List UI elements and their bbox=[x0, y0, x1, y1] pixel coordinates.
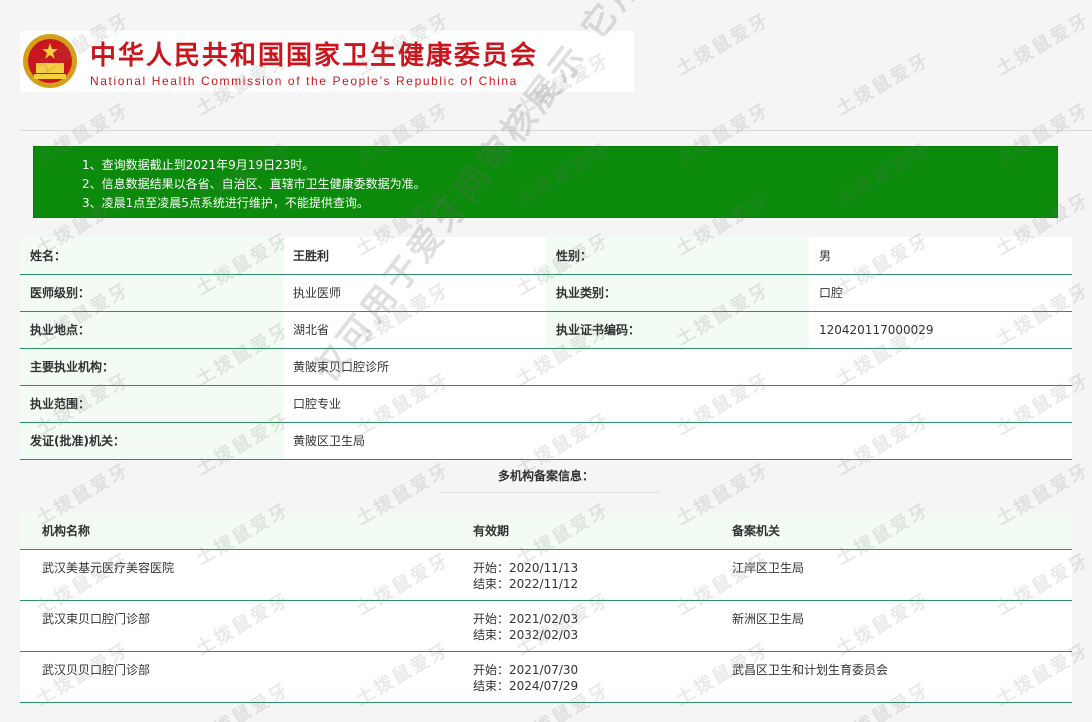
institution-name: 武汉束贝口腔门诊部 bbox=[20, 600, 473, 652]
cert-value: 120420117000029 bbox=[809, 311, 1072, 349]
validity-start: 开始：2020/11/13 bbox=[473, 560, 579, 575]
type-label: 执业类别： bbox=[546, 274, 809, 312]
validity-end: 结束：2032/02/03 bbox=[473, 627, 579, 642]
table-row: 武汉美基元医疗美容医院 开始：2020/11/13 结束：2022/11/12 … bbox=[20, 549, 1072, 601]
notice-item: 2、信息数据结果以各省、自治区、直辖市卫生健康委数据为准。 bbox=[82, 177, 426, 191]
place-value: 湖北省 bbox=[283, 311, 546, 349]
col-header-validity: 有效期 bbox=[473, 512, 732, 550]
site-subtitle: National Health Commission of the People… bbox=[90, 74, 518, 88]
validity-end: 结束：2024/07/29 bbox=[473, 678, 579, 693]
notice-box: 1、查询数据截止到2021年9月19日23时。 2、信息数据结果以各省、自治区、… bbox=[33, 146, 1058, 218]
scope-label: 执业范围： bbox=[20, 385, 283, 423]
validity-start: 开始：2021/02/03 bbox=[473, 611, 579, 626]
issuer-value: 黄陂区卫生局 bbox=[283, 422, 1072, 460]
name-label: 姓名： bbox=[20, 237, 283, 275]
validity-cell: 开始：2020/11/13 结束：2022/11/12 bbox=[473, 549, 732, 601]
institution-name: 武汉贝贝口腔门诊部 bbox=[20, 651, 473, 703]
site-header: 中华人民共和国国家卫生健康委员会 National Health Commiss… bbox=[20, 31, 634, 92]
doctor-info-table: 姓名： 王胜利 性别： 男 医师级别： 执业医师 执业类别： 口腔 执业地点： … bbox=[20, 237, 1072, 460]
validity-start: 开始：2021/07/30 bbox=[473, 662, 579, 677]
info-row: 执业地点： 湖北省 执业证书编码： 120420117000029 bbox=[20, 311, 1072, 349]
notice-item: 3、凌晨1点至凌晨5点系统进行维护，不能提供查询。 bbox=[82, 196, 369, 210]
site-title: 中华人民共和国国家卫生健康委员会 bbox=[90, 41, 539, 71]
org-value: 黄陂束贝口腔诊所 bbox=[283, 348, 1072, 386]
level-value: 执业医师 bbox=[283, 274, 546, 312]
scope-value: 口腔专业 bbox=[283, 385, 1072, 423]
header-divider bbox=[20, 130, 1092, 131]
gender-value: 男 bbox=[809, 237, 1072, 275]
name-value: 王胜利 bbox=[283, 237, 546, 275]
info-row: 执业范围： 口腔专业 bbox=[20, 385, 1072, 423]
authority-name: 武昌区卫生和计划生育委员会 bbox=[732, 651, 1072, 703]
issuer-label: 发证(批准)机关： bbox=[20, 422, 283, 460]
table-row: 武汉贝贝口腔门诊部 开始：2021/07/30 结束：2024/07/29 武昌… bbox=[20, 651, 1072, 703]
level-label: 医师级别： bbox=[20, 274, 283, 312]
cert-label: 执业证书编码： bbox=[546, 311, 809, 349]
tiled-watermark: 土拨鼠爱牙 bbox=[992, 8, 1092, 80]
authority-name: 新洲区卫生局 bbox=[732, 600, 1072, 652]
tiled-watermark: 土拨鼠爱牙 bbox=[832, 48, 934, 120]
validity-end: 结束：2022/11/12 bbox=[473, 576, 579, 591]
table-row: 武汉束贝口腔门诊部 开始：2021/02/03 结束：2032/02/03 新洲… bbox=[20, 600, 1072, 652]
institution-header-row: 机构名称 有效期 备案机关 bbox=[20, 512, 1072, 550]
col-header-institution: 机构名称 bbox=[20, 512, 473, 550]
multi-institution-title: 多机构备案信息： bbox=[497, 469, 594, 483]
notice-item: 1、查询数据截止到2021年9月19日23时。 bbox=[82, 158, 315, 172]
tiled-watermark: 土拨鼠爱牙 bbox=[672, 8, 774, 80]
org-label: 主要执业机构： bbox=[20, 348, 283, 386]
info-row: 医师级别： 执业医师 执业类别： 口腔 bbox=[20, 274, 1072, 312]
institution-name: 武汉美基元医疗美容医院 bbox=[20, 549, 473, 601]
info-row: 主要执业机构： 黄陂束贝口腔诊所 bbox=[20, 348, 1072, 386]
type-value: 口腔 bbox=[809, 274, 1072, 312]
validity-cell: 开始：2021/02/03 结束：2032/02/03 bbox=[473, 600, 732, 652]
info-row: 姓名： 王胜利 性别： 男 bbox=[20, 237, 1072, 275]
gender-label: 性别： bbox=[546, 237, 809, 275]
place-label: 执业地点： bbox=[20, 311, 283, 349]
authority-name: 江岸区卫生局 bbox=[732, 549, 1072, 601]
national-emblem-icon bbox=[23, 34, 77, 88]
info-row: 发证(批准)机关： 黄陂区卫生局 bbox=[20, 422, 1072, 460]
validity-cell: 开始：2021/07/30 结束：2024/07/29 bbox=[473, 651, 732, 703]
institution-table: 机构名称 有效期 备案机关 武汉美基元医疗美容医院 开始：2020/11/13 … bbox=[20, 512, 1072, 703]
col-header-authority: 备案机关 bbox=[732, 512, 1072, 550]
multi-title-divider bbox=[440, 492, 660, 493]
